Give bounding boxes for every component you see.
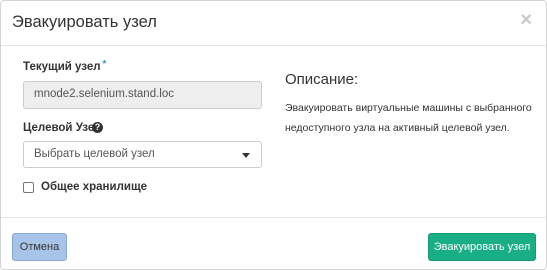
target-node-label: Целевой Узел [23,122,102,134]
evacuate-node-button[interactable]: Эвакуировать узел [428,233,536,261]
required-icon: * [102,59,107,70]
target-node-select-value: Выбрать целевой узел [34,148,155,160]
question-circle-icon[interactable]: ? [92,122,103,133]
shared-storage-label[interactable]: Общее хранилище [41,181,147,193]
evacuate-node-modal: Эвакуировать узел × Текущий узел * mnode2… [0,0,547,270]
description-text: Эвакуировать виртуальные машины с выбран… [285,102,532,134]
current-node-label: Текущий узел * [23,59,107,73]
current-node-field: mnode2.selenium.stand.loc [23,81,262,109]
modal-title: Эвакуировать узел [12,13,157,31]
caret-down-icon [242,153,250,158]
modal-header: Эвакуировать узел × [1,1,546,46]
current-node-label-text: Текущий узел [23,61,101,73]
modal-footer: Отмена Эвакуировать узел [1,217,546,270]
shared-storage-checkbox[interactable] [23,182,34,193]
close-icon[interactable]: × [520,10,532,30]
cancel-button[interactable]: Отмена [12,233,67,261]
description-title: Описание: [285,71,359,88]
target-node-select[interactable]: Выбрать целевой узел [23,141,262,168]
